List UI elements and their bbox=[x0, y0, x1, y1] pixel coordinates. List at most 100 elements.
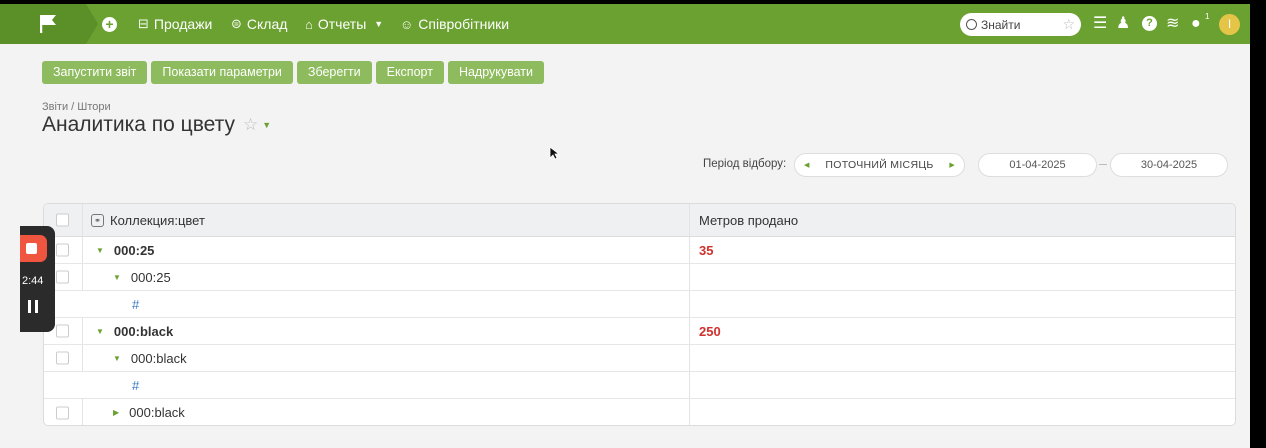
export-button[interactable]: Експорт bbox=[375, 61, 444, 84]
search-input[interactable] bbox=[981, 17, 1049, 32]
group-cell: ▼ 000:25 bbox=[96, 237, 154, 263]
select-all-checkbox[interactable] bbox=[56, 213, 69, 227]
stop-recording-button[interactable] bbox=[20, 235, 47, 262]
pause-icon[interactable] bbox=[27, 300, 39, 313]
prev-period-icon[interactable]: ◀ bbox=[804, 161, 810, 169]
detail-cell: # bbox=[132, 291, 139, 317]
avatar[interactable]: I bbox=[1219, 14, 1240, 35]
buildings-icon: ⌂ bbox=[305, 16, 313, 32]
collapse-caret-icon[interactable]: ▼ bbox=[113, 354, 121, 363]
layers-icon[interactable]: ≋ bbox=[1166, 14, 1179, 34]
screen-recorder-widget: 2:44 bbox=[20, 226, 55, 332]
top-navbar: + ⊟ Продажи ⊜ Склад ⌂ Отчеты ▼ ☺ Співроб… bbox=[0, 4, 1250, 44]
title-caret-down-icon[interactable]: ▼ bbox=[262, 120, 271, 130]
column-divider bbox=[689, 318, 690, 344]
table-header: ⚭ Коллекция:цвет Метров продано bbox=[44, 204, 1235, 237]
nav-item-warehouse[interactable]: ⊜ Склад bbox=[231, 4, 287, 44]
detail-label[interactable]: # bbox=[132, 378, 139, 393]
nav-item-label: Отчеты bbox=[317, 16, 367, 32]
column-divider bbox=[82, 318, 83, 344]
column-header-label: Коллекция:цвет bbox=[110, 212, 205, 228]
collapse-caret-icon[interactable]: ▼ bbox=[113, 273, 121, 282]
group-label: 000:25 bbox=[113, 242, 155, 258]
detail-cell: # bbox=[132, 372, 139, 398]
date-to-field[interactable]: 30-04-2025 bbox=[1110, 153, 1228, 177]
help-icon[interactable]: ? bbox=[1142, 16, 1157, 31]
star-icon[interactable]: ☆ bbox=[1062, 16, 1075, 33]
flag-logo-icon bbox=[40, 15, 56, 33]
nav-item-label: Продажи bbox=[153, 16, 213, 32]
group-cell: ▼ 000:black bbox=[96, 318, 173, 344]
app-screen: + ⊟ Продажи ⊜ Склад ⌂ Отчеты ▼ ☺ Співроб… bbox=[0, 4, 1250, 448]
table-row[interactable]: ▶ 000:black bbox=[44, 399, 1235, 425]
nav-item-sales[interactable]: ⊟ Продажи bbox=[138, 4, 212, 44]
table-row[interactable]: ▼ 000:black 250 bbox=[44, 318, 1235, 345]
favorite-star-icon[interactable]: ☆ bbox=[243, 115, 258, 135]
nav-item-label: Співробітники bbox=[418, 16, 510, 32]
row-checkbox[interactable] bbox=[56, 351, 69, 365]
column-divider bbox=[689, 372, 690, 398]
nav-item-reports[interactable]: ⌂ Отчеты ▼ bbox=[305, 4, 383, 44]
circle-lines-icon: ⊜ bbox=[231, 16, 242, 31]
row-checkbox[interactable] bbox=[56, 270, 69, 284]
expand-caret-icon[interactable]: ▶ bbox=[113, 408, 119, 417]
collapse-caret-icon[interactable]: ▼ bbox=[96, 327, 104, 336]
period-selector[interactable]: ◀ ПОТОЧНИЙ МІСЯЦЬ ▶ bbox=[794, 153, 965, 177]
search-box[interactable]: ☆ bbox=[960, 13, 1081, 36]
column-divider bbox=[82, 204, 83, 236]
user-icon[interactable]: ● bbox=[1191, 14, 1201, 34]
column-divider bbox=[82, 264, 83, 290]
report-toolbar: Запустити звіт Показати параметри Зберег… bbox=[42, 61, 545, 84]
table-row[interactable]: ▼ 000:black bbox=[44, 345, 1235, 372]
run-report-button[interactable]: Запустити звіт bbox=[42, 61, 148, 84]
table-row[interactable]: # bbox=[44, 372, 1235, 399]
column-divider bbox=[689, 237, 690, 263]
collapse-caret-icon[interactable]: ▼ bbox=[96, 246, 104, 255]
column-header-meters[interactable]: Метров продано bbox=[699, 204, 798, 236]
report-table: ⚭ Коллекция:цвет Метров продано ▼ 000:25… bbox=[43, 203, 1236, 426]
period-label: Період відбору: bbox=[703, 158, 787, 170]
meters-value: 35 bbox=[699, 242, 714, 258]
column-divider bbox=[82, 237, 83, 263]
save-button[interactable]: Зберегти bbox=[296, 61, 372, 84]
column-divider bbox=[82, 399, 83, 425]
subgroup-label: 000:black bbox=[129, 405, 185, 420]
columns-icon: ⊟ bbox=[138, 16, 149, 31]
table-row[interactable]: ▼ 000:25 35 bbox=[44, 237, 1235, 264]
row-checkbox[interactable] bbox=[56, 324, 69, 338]
row-checkbox[interactable] bbox=[56, 406, 69, 419]
row-checkbox[interactable] bbox=[56, 243, 69, 257]
column-divider bbox=[689, 204, 690, 236]
add-icon[interactable]: + bbox=[102, 17, 117, 32]
group-label: 000:black bbox=[113, 323, 174, 339]
rocket-icon[interactable]: ♟ bbox=[1116, 14, 1130, 34]
column-divider bbox=[689, 345, 690, 371]
show-params-button[interactable]: Показати параметри bbox=[151, 61, 293, 84]
table-row[interactable]: # bbox=[44, 291, 1235, 318]
date-from-field[interactable]: 01-04-2025 bbox=[978, 153, 1097, 177]
next-period-icon[interactable]: ▶ bbox=[949, 161, 955, 169]
grouping-icon: ⚭ bbox=[91, 213, 104, 227]
column-divider bbox=[689, 264, 690, 290]
column-header-collection[interactable]: ⚭ Коллекция:цвет bbox=[91, 204, 205, 236]
mouse-cursor-icon bbox=[549, 146, 559, 160]
caret-down-icon: ▼ bbox=[374, 19, 384, 29]
nav-item-label: Склад bbox=[246, 16, 288, 32]
table-row[interactable]: ▼ 000:25 bbox=[44, 264, 1235, 291]
date-range-dash bbox=[1099, 164, 1107, 165]
column-divider bbox=[82, 345, 83, 371]
column-divider bbox=[689, 291, 690, 317]
subgroup-cell: ▶ 000:black bbox=[113, 399, 185, 425]
print-button[interactable]: Надрукувати bbox=[447, 61, 545, 84]
nav-item-employees[interactable]: ☺ Співробітники bbox=[400, 4, 509, 44]
recording-time: 2:44 bbox=[22, 275, 44, 287]
meters-value: 250 bbox=[699, 323, 721, 339]
breadcrumb[interactable]: Звіти / Штори bbox=[42, 101, 111, 113]
notification-badge: 1 bbox=[1205, 12, 1210, 21]
logo[interactable] bbox=[0, 4, 98, 44]
page-title: Аналитика по цвету bbox=[42, 113, 235, 136]
column-divider bbox=[689, 399, 690, 425]
detail-label[interactable]: # bbox=[132, 297, 139, 312]
menu-icon[interactable]: ☰ bbox=[1093, 14, 1107, 34]
page-title-wrap: Аналитика по цвету ☆ ▼ bbox=[42, 113, 271, 137]
